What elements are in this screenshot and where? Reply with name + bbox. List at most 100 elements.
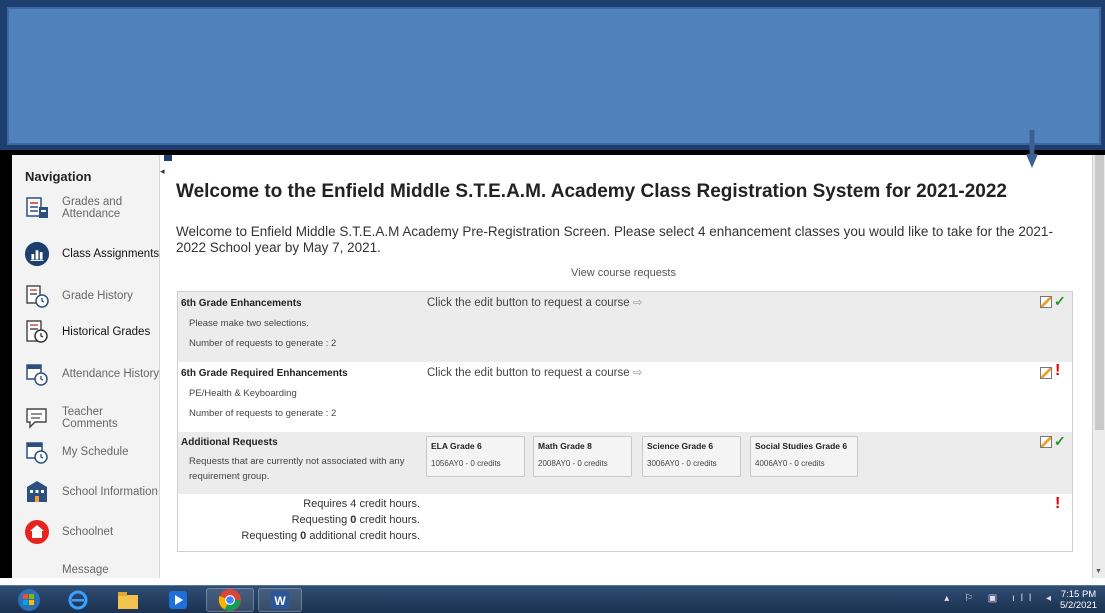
nav-item-school-information[interactable]: School Information (24, 475, 160, 509)
chrome-icon (218, 589, 241, 611)
group-note: PE/Health & Keyboarding (189, 388, 297, 399)
course-card-ela[interactable]: ELA Grade 6 1056AY0 - 0 credits (426, 436, 525, 477)
nav-item-attendance-history[interactable]: Attendance History (24, 357, 160, 391)
chevron-left-icon[interactable]: ◂ (160, 164, 168, 178)
folder-icon (118, 592, 138, 609)
chrome-button[interactable] (206, 588, 254, 612)
annotation-arrow-icon (1026, 130, 1038, 168)
course-name: Math Grade 8 (538, 441, 592, 451)
additional-requests-row: Additional Requests Requests that are cu… (178, 432, 1072, 494)
edit-hint: Click the edit button to request a cours… (427, 295, 643, 309)
comments-icon (24, 405, 50, 431)
edit-icon[interactable] (1040, 367, 1052, 379)
nav-item-my-schedule[interactable]: My Schedule (24, 435, 160, 469)
course-code: 1056AY0 - 0 credits (431, 459, 501, 468)
file-explorer-button[interactable] (108, 588, 148, 612)
group-note: Please make two selections. (189, 318, 309, 329)
edit-hint-text: Click the edit button to request a cours… (427, 367, 630, 379)
nav-label: Teacher Comments (62, 406, 118, 430)
grades-icon (24, 195, 50, 221)
system-tray[interactable]: ▴ ⚐ ▣ ıll ◂ (944, 593, 1057, 604)
group-request-count: Number of requests to generate : 2 (189, 338, 337, 349)
header-banner-panel (7, 7, 1101, 145)
course-code: 3006AY0 - 0 credits (647, 459, 717, 468)
nav-label: School Information (62, 486, 158, 498)
course-card-science[interactable]: Science Grade 6 3006AY0 - 0 credits (642, 436, 741, 477)
scrollbar-thumb[interactable] (1095, 155, 1104, 430)
intro-text: Welcome to Enfield Middle S.T.E.A.M Acad… (176, 224, 1053, 255)
request-group-row: 6th Grade Required Enhancements PE/Healt… (178, 362, 1072, 432)
nav-label: Class Assignments (62, 248, 160, 260)
requesting-credit-hours: Requesting 0 credit hours. (292, 514, 420, 526)
word-button[interactable]: W (258, 588, 302, 612)
credit-summary-row: Requires 4 credit hours. Requesting 0 cr… (178, 494, 1072, 551)
edit-hint-text: Click the edit button to request a cours… (427, 297, 630, 309)
svg-text:W: W (274, 594, 286, 608)
requests-table: 6th Grade Enhancements Please make two s… (177, 291, 1073, 552)
nav-item-grades-and-attendance[interactable]: Grades and Attendance (24, 191, 160, 225)
arrow-right-icon: ⇨ (632, 367, 643, 379)
nav-label: Historical Grades (62, 326, 151, 338)
nav-item-class-assignments[interactable]: Class Assignments (24, 237, 160, 271)
navigation-sidebar: Navigation Grades and Attendance Class A… (12, 155, 160, 578)
school-icon (24, 479, 50, 505)
clock-date: 5/2/2021 (1060, 600, 1097, 611)
group-title: Additional Requests (181, 437, 278, 448)
group-request-count: Number of requests to generate : 2 (189, 408, 337, 419)
edit-icon[interactable] (1040, 436, 1052, 448)
credit-text: credit hours. (356, 514, 420, 526)
collapse-sidebar-button[interactable] (164, 155, 172, 161)
checkmark-icon: ✓ (1054, 433, 1066, 449)
credit-text: Requesting (241, 530, 301, 542)
additional-credit-hours: Requesting 0 additional credit hours. (241, 530, 420, 542)
course-code: 2008AY0 - 0 credits (538, 459, 608, 468)
credit-text: additional credit hours. (306, 530, 420, 542)
nav-item-schoolnet[interactable]: Schoolnet (24, 515, 160, 549)
bar-chart-icon (24, 241, 50, 267)
scroll-down-icon[interactable]: ▼ (1095, 568, 1102, 575)
play-icon (169, 591, 187, 609)
nav-label: Grade History (62, 290, 133, 302)
nav-item-historical-grades[interactable]: Historical Grades (24, 315, 160, 349)
header-banner (0, 0, 1105, 150)
internet-explorer-icon (68, 590, 88, 610)
nav-label: Grades and Attendance (62, 196, 123, 220)
grade-history-icon (24, 283, 50, 309)
nav-label: Schoolnet (62, 526, 114, 538)
start-button[interactable] (14, 588, 44, 612)
vertical-scrollbar[interactable]: ▼ (1092, 155, 1105, 578)
group-title: 6th Grade Enhancements (181, 298, 302, 309)
view-course-requests-link[interactable]: View course requests (571, 267, 676, 279)
schoolnet-icon (24, 519, 50, 545)
edit-icon[interactable] (1040, 296, 1052, 308)
navigation-title: Navigation (25, 169, 92, 184)
course-card-social-studies[interactable]: Social Studies Grade 6 4006AY0 - 0 credi… (750, 436, 858, 477)
media-player-button[interactable] (158, 588, 198, 612)
course-name: ELA Grade 6 (431, 441, 482, 451)
nav-label: My Schedule (62, 446, 129, 458)
app-content: Navigation Grades and Attendance Class A… (12, 155, 1092, 578)
request-group-row: 6th Grade Enhancements Please make two s… (178, 292, 1072, 362)
group-description: Requests that are currently not associat… (189, 456, 405, 482)
warning-icon: ! (1055, 495, 1061, 512)
nav-label: Message (62, 564, 109, 576)
checkmark-icon: ✓ (1054, 293, 1066, 309)
main-panel: Welcome to the Enfield Middle S.T.E.A.M.… (176, 155, 1092, 578)
credit-text: Requesting (291, 514, 351, 526)
attendance-history-icon (24, 361, 50, 387)
message-icon (24, 557, 50, 578)
clock[interactable]: 7:15 PM 5/2/2021 (1060, 589, 1097, 611)
course-card-math[interactable]: Math Grade 8 2008AY0 - 0 credits (533, 436, 632, 477)
historical-grades-icon (24, 319, 50, 345)
nav-item-teacher-comments[interactable]: Teacher Comments (24, 401, 160, 435)
edit-hint: Click the edit button to request a cours… (427, 365, 643, 379)
arrow-right-icon: ⇨ (632, 297, 643, 309)
required-credit-hours: Requires 4 credit hours. (303, 498, 420, 510)
windows-logo-icon (18, 589, 40, 611)
group-title: 6th Grade Required Enhancements (181, 368, 348, 379)
clock-time: 7:15 PM (1060, 589, 1097, 600)
nav-item-grade-history[interactable]: Grade History (24, 279, 160, 313)
internet-explorer-button[interactable] (58, 588, 98, 612)
taskbar: W ▴ ⚐ ▣ ıll ◂ 7:15 PM 5/2/2021 (0, 585, 1105, 613)
nav-item-message[interactable]: Message (24, 553, 160, 578)
